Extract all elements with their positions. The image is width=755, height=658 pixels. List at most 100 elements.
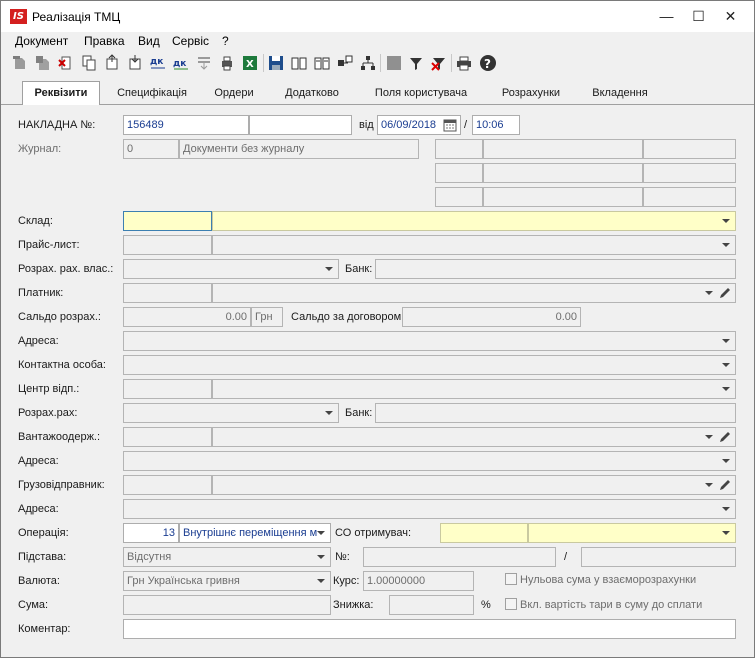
pencil-icon[interactable] (718, 286, 732, 300)
bank-label: Банк: (345, 263, 373, 275)
pricelist-code-field[interactable] (123, 235, 212, 255)
time-field[interactable]: 10:06 (472, 115, 520, 135)
gray-square-icon[interactable] (385, 54, 403, 72)
help-icon[interactable]: ? (479, 54, 497, 72)
consignee-code-field[interactable] (123, 427, 212, 447)
operation-select[interactable]: Внутрішнє переміщення м (179, 523, 331, 543)
delete-icon[interactable] (57, 54, 75, 72)
center-label: Центр відп.: (18, 383, 80, 395)
basis-select[interactable]: Відсутня (123, 547, 331, 567)
tree-icon[interactable] (359, 54, 377, 72)
info-box (435, 163, 483, 183)
comment-field[interactable] (123, 619, 736, 639)
basis-date-field[interactable] (581, 547, 736, 567)
account-select[interactable] (123, 403, 339, 423)
menu-document[interactable]: Документ (15, 34, 68, 48)
operation-code-field[interactable]: 13 (123, 523, 179, 543)
print-preview-icon[interactable] (218, 54, 236, 72)
center-select[interactable] (212, 379, 736, 399)
bank2-label: Банк: (345, 407, 373, 419)
center-code-field[interactable] (123, 379, 212, 399)
copy-icon[interactable] (80, 54, 98, 72)
shipper-code-field[interactable] (123, 475, 212, 495)
link-icon[interactable] (336, 54, 354, 72)
info-box (435, 139, 483, 159)
debit-credit-alt-icon[interactable]: дк (172, 54, 190, 72)
move-down-icon[interactable] (195, 54, 213, 72)
address-label: Адреса: (18, 335, 59, 347)
journal-code-field[interactable]: 0 (123, 139, 179, 159)
book-icon[interactable] (313, 54, 331, 72)
date-field[interactable]: 06/09/2018 (377, 115, 461, 135)
rate-field[interactable]: 1.00000000 (363, 571, 474, 591)
sum-field[interactable] (123, 595, 331, 615)
tab-additional[interactable]: Додатково (274, 83, 350, 105)
shipper-select[interactable] (212, 475, 736, 495)
tab-attachments[interactable]: Вкладення (581, 83, 659, 105)
contract-balance-field[interactable]: 0.00 (402, 307, 581, 327)
balance-label: Сальдо розрах.: (18, 311, 101, 323)
tare-checkbox[interactable] (505, 598, 517, 610)
new-doc-icon[interactable] (11, 54, 29, 72)
co-receiver-select[interactable] (528, 523, 736, 543)
calendar-icon[interactable] (443, 118, 457, 132)
payer-code-field[interactable] (123, 283, 212, 303)
excel-icon[interactable]: X (241, 54, 259, 72)
basis-number-field[interactable] (363, 547, 556, 567)
currency-select[interactable]: Грн Українська гривня (123, 571, 331, 591)
address3-select[interactable] (123, 499, 736, 519)
info-box (483, 163, 643, 183)
tab-user-fields[interactable]: Поля користувача (361, 83, 481, 105)
tab-settlements[interactable]: Розрахунки (490, 83, 572, 105)
co-receiver-code-field[interactable] (440, 523, 528, 543)
filter-icon[interactable] (407, 54, 425, 72)
import-icon[interactable] (126, 54, 144, 72)
own-account-select[interactable] (123, 259, 339, 279)
menu-edit[interactable]: Правка (84, 34, 125, 48)
tab-specification[interactable]: Специфікація (109, 83, 195, 105)
warehouse-code-field[interactable] (123, 211, 212, 231)
save-icon[interactable] (267, 54, 285, 72)
contact-select[interactable] (123, 355, 736, 375)
debit-credit-icon[interactable]: дк (149, 54, 167, 72)
pencil-icon[interactable] (718, 478, 732, 492)
balance-field[interactable]: 0.00 (123, 307, 251, 327)
info-box (483, 187, 643, 207)
zero-sum-checkbox[interactable] (505, 573, 517, 585)
new-copy-icon[interactable] (34, 54, 52, 72)
address-select[interactable] (123, 331, 736, 351)
co-receiver-label: СО отримувач: (335, 527, 412, 539)
info-box (643, 187, 736, 207)
tab-orders[interactable]: Ордери (204, 83, 264, 105)
invoice-number-field[interactable]: 156489 (123, 115, 249, 135)
menu-service[interactable]: Сервіс (172, 34, 209, 48)
menu-help[interactable]: ? (222, 34, 229, 48)
minimize-button[interactable]: — (651, 1, 682, 32)
consignee-select[interactable] (212, 427, 736, 447)
open-book-icon[interactable] (290, 54, 308, 72)
bank2-field[interactable] (375, 403, 736, 423)
tab-requisites[interactable]: Реквізити (22, 81, 100, 106)
main-window: IS Реалізація ТМЦ — ☐ ✕ Документ Правка … (0, 0, 755, 658)
discount-field[interactable] (389, 595, 474, 615)
payer-select[interactable] (212, 283, 736, 303)
comment-label: Коментар: (18, 623, 71, 635)
menu-view[interactable]: Вид (138, 34, 160, 48)
address2-select[interactable] (123, 451, 736, 471)
close-button[interactable]: ✕ (715, 1, 746, 32)
journal-name-field[interactable]: Документи без журналу (179, 139, 419, 159)
svg-text:X: X (246, 59, 254, 70)
clear-filter-icon[interactable] (430, 54, 448, 72)
maximize-button[interactable]: ☐ (683, 1, 714, 32)
export-icon[interactable] (103, 54, 121, 72)
pricelist-select[interactable] (212, 235, 736, 255)
bank-field[interactable] (375, 259, 736, 279)
printer-icon[interactable] (455, 54, 473, 72)
chevron-down-icon (722, 219, 730, 223)
invoice-suffix-field[interactable] (249, 115, 352, 135)
warehouse-select[interactable] (212, 211, 736, 231)
pencil-icon[interactable] (718, 430, 732, 444)
chevron-down-icon (722, 459, 730, 463)
own-account-label: Розрах. рах. влас.: (18, 263, 114, 275)
sum-label: Сума: (18, 599, 49, 611)
